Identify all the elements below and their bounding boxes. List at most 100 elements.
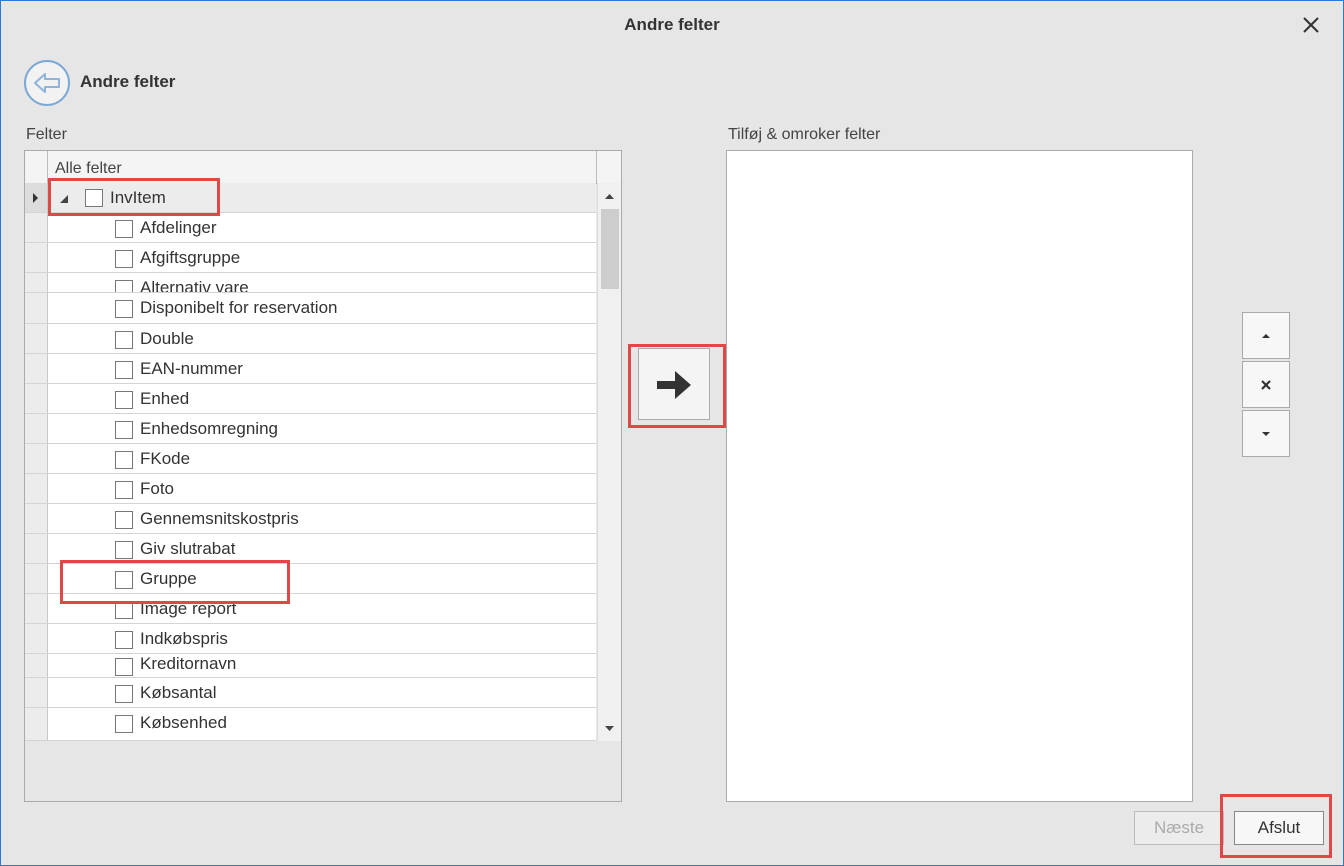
page-heading: Andre felter (80, 72, 176, 91)
checkbox[interactable] (115, 571, 133, 589)
list-item[interactable]: Kreditornavn (25, 654, 596, 678)
item-label: Købsantal (140, 683, 217, 702)
checkbox[interactable] (115, 331, 133, 349)
row-indicator (25, 624, 48, 653)
grid-header: Alle felter (25, 151, 621, 184)
row-indicator (25, 213, 48, 242)
close-icon (1303, 17, 1319, 33)
finish-button[interactable]: Afslut (1234, 811, 1324, 845)
row-indicator (25, 414, 48, 443)
list-item[interactable]: EAN-nummer (25, 354, 596, 384)
row-indicator (25, 504, 48, 533)
item-label: Foto (140, 479, 175, 498)
grid-rows: InvItem Afdelinger Afgiftsgruppe Alterna… (25, 183, 596, 741)
checkbox[interactable] (115, 250, 133, 268)
item-label: FKode (140, 449, 191, 468)
checkbox[interactable] (115, 361, 133, 379)
list-item[interactable]: Gennemsnitskostpris (25, 504, 596, 534)
row-indicator (25, 564, 48, 593)
row-indicator (25, 183, 48, 212)
item-label: Gennemsnitskostpris (140, 509, 299, 528)
item-label: EAN-nummer (140, 359, 243, 378)
list-item[interactable]: Enhed (25, 384, 596, 414)
vertical-scrollbar[interactable] (597, 183, 621, 741)
caret-down-icon (1262, 432, 1270, 436)
item-label: Afgiftsgruppe (140, 248, 241, 267)
row-indicator (25, 384, 48, 413)
list-item[interactable]: Købsantal (25, 678, 596, 708)
checkbox[interactable] (115, 391, 133, 409)
list-item[interactable]: Alternativ vare (25, 273, 596, 293)
item-label: Giv slutrabat (140, 539, 236, 558)
checkbox[interactable] (115, 601, 133, 619)
row-indicator (25, 534, 48, 563)
checkbox[interactable] (115, 541, 133, 559)
header-indicator-cell (25, 151, 48, 183)
row-indicator (25, 273, 48, 292)
close-button[interactable] (1297, 11, 1325, 39)
checkbox[interactable] (115, 685, 133, 703)
list-item[interactable]: Indkøbspris (25, 624, 596, 654)
row-indicator (25, 654, 48, 677)
scroll-up-button[interactable] (598, 185, 621, 207)
row-indicator (25, 243, 48, 272)
checkbox[interactable] (115, 280, 133, 292)
list-item[interactable]: Afdelinger (25, 213, 596, 243)
checkbox[interactable] (115, 421, 133, 439)
list-item[interactable]: Gruppe (25, 564, 596, 594)
checkbox[interactable] (115, 220, 133, 238)
item-label: Købsenhed (140, 713, 227, 732)
add-field-button[interactable] (638, 348, 710, 420)
checkbox[interactable] (115, 481, 133, 499)
remove-field-button[interactable] (1242, 361, 1290, 408)
window-title: Andre felter (624, 15, 720, 34)
list-item[interactable]: Image report (25, 594, 596, 624)
row-indicator (25, 594, 48, 623)
x-icon (1261, 380, 1271, 390)
list-item[interactable]: Foto (25, 474, 596, 504)
move-down-button[interactable] (1242, 410, 1290, 457)
list-item[interactable]: Giv slutrabat (25, 534, 596, 564)
list-item[interactable]: Double (25, 324, 596, 354)
list-item[interactable]: Købsenhed (25, 708, 596, 741)
selected-fields-list[interactable] (726, 150, 1193, 802)
scroll-up-icon (605, 194, 614, 199)
scroll-thumb[interactable] (601, 209, 619, 289)
row-indicator (25, 354, 48, 383)
checkbox[interactable] (115, 715, 133, 733)
row-indicator (25, 324, 48, 353)
arrange-fields-label: Tilføj & omroker felter (728, 126, 881, 143)
list-item[interactable]: Disponibelt for reservation (25, 293, 596, 324)
list-item[interactable]: Afgiftsgruppe (25, 243, 596, 273)
checkbox[interactable] (115, 658, 133, 676)
collapse-triangle-icon[interactable] (59, 194, 69, 204)
fields-grid: Alle felter InvItem Afdelinger Afgiftsgr… (24, 150, 622, 802)
checkbox[interactable] (115, 451, 133, 469)
caret-up-icon (1262, 334, 1270, 338)
next-button[interactable]: Næste (1134, 811, 1224, 845)
title-bar: Andre felter (1, 1, 1343, 49)
tree-parent-row[interactable]: InvItem (25, 183, 596, 213)
item-label: Enhed (140, 389, 190, 408)
scroll-down-button[interactable] (598, 717, 621, 739)
row-indicator (25, 678, 48, 707)
row-indicator (25, 293, 48, 323)
item-label: Kreditornavn (140, 654, 237, 673)
back-button[interactable] (24, 60, 70, 106)
row-indicator (25, 474, 48, 503)
list-item[interactable]: Enhedsomregning (25, 414, 596, 444)
item-label: Afdelinger (140, 218, 217, 237)
item-label: Alternativ vare (140, 278, 249, 293)
move-up-button[interactable] (1242, 312, 1290, 359)
arrow-right-icon (657, 371, 691, 399)
back-arrow-icon (34, 73, 60, 93)
checkbox[interactable] (115, 631, 133, 649)
item-label: Double (140, 329, 194, 348)
checkbox[interactable] (115, 511, 133, 529)
column-header-all-fields[interactable]: Alle felter (55, 160, 122, 178)
row-indicator (25, 444, 48, 473)
list-item[interactable]: FKode (25, 444, 596, 474)
item-label: Disponibelt for reservation (140, 298, 338, 317)
checkbox[interactable] (115, 300, 133, 318)
checkbox-parent[interactable] (85, 189, 103, 207)
